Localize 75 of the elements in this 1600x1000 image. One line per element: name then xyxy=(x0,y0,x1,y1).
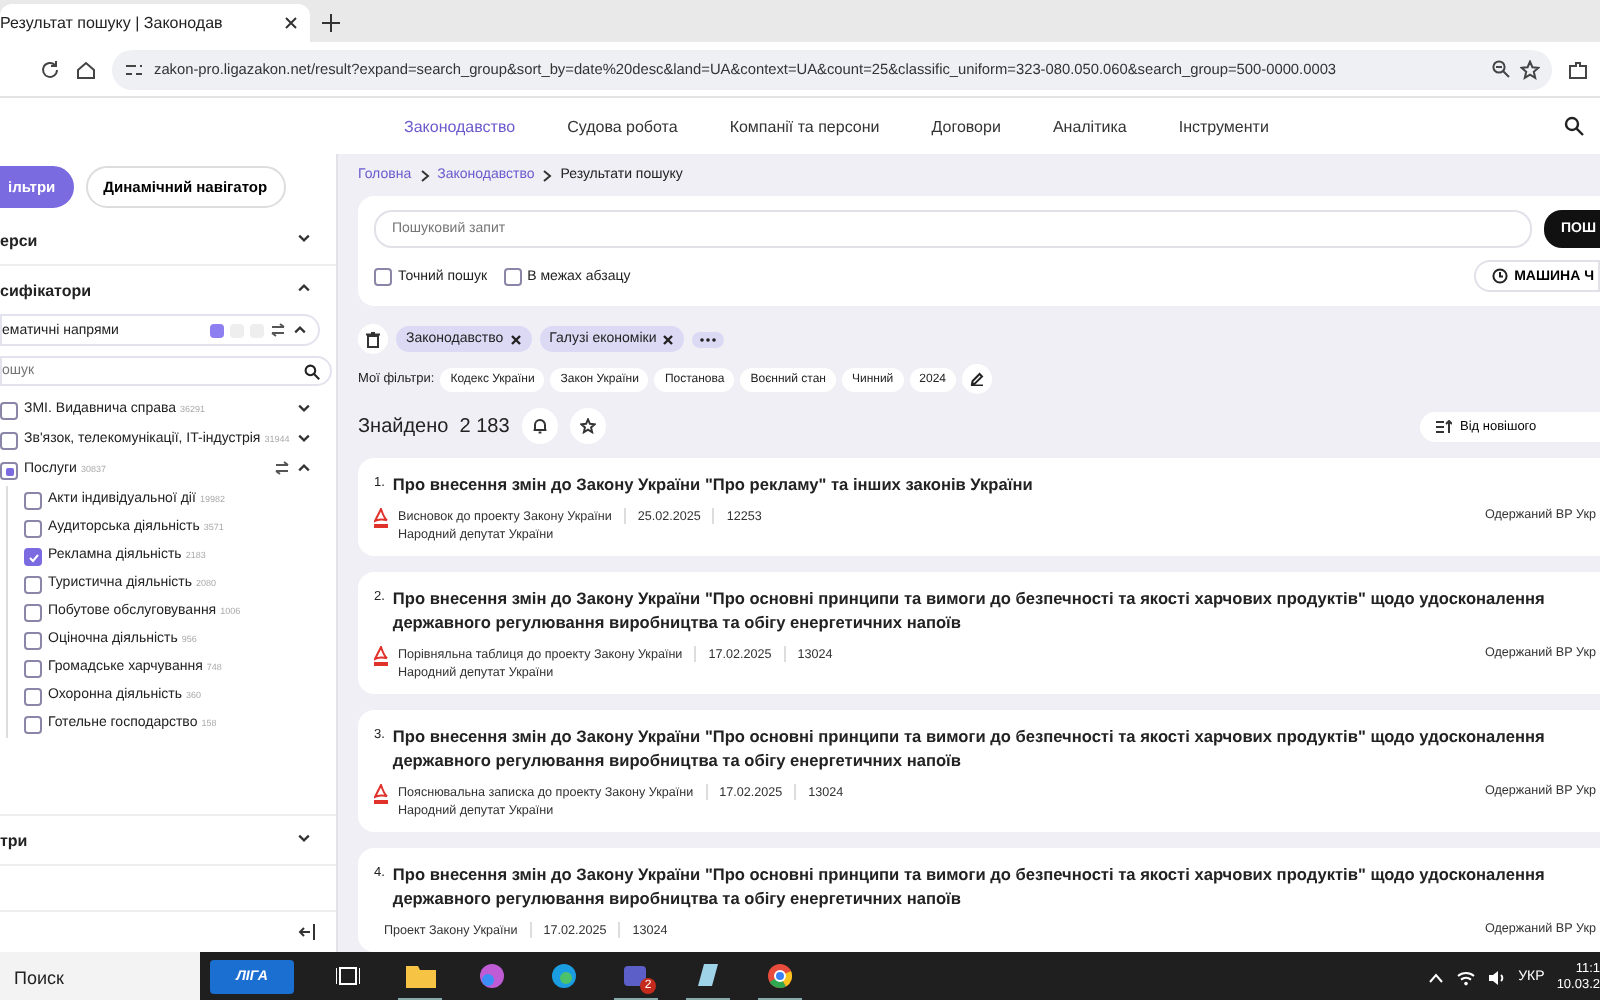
checkbox[interactable] xyxy=(24,548,42,566)
taskbar-search[interactable]: Поиск xyxy=(0,952,200,1000)
checkbox[interactable] xyxy=(374,268,392,286)
checkbox[interactable] xyxy=(0,402,18,420)
result-title[interactable]: Про внесення змін до Закону України "Про основні принципи та вимоги до безпечності та якості харчових продуктів" щодо удосконалення державного регулювання виробництва та обігу енергетичних напоїв xyxy=(392,862,1572,910)
bell-icon xyxy=(531,418,548,434)
sort-toggle[interactable] xyxy=(210,323,224,337)
chevron-up-icon[interactable] xyxy=(292,322,308,338)
collapse-icon[interactable] xyxy=(298,924,316,940)
folder-icon[interactable] xyxy=(405,963,435,987)
checkbox[interactable] xyxy=(24,688,42,706)
nav-link[interactable]: Законодавство xyxy=(404,117,516,135)
section-header[interactable]: сифікатори xyxy=(0,266,336,314)
nav-link[interactable]: Договори xyxy=(931,117,1001,135)
close-icon[interactable] xyxy=(284,16,298,30)
star-icon xyxy=(579,418,596,434)
swap-icon[interactable] xyxy=(274,460,290,476)
speaker-icon[interactable] xyxy=(1488,969,1507,985)
checkbox[interactable] xyxy=(24,492,42,510)
pdf-icon xyxy=(374,646,388,666)
section-title: сифікатори xyxy=(0,281,92,299)
checkbox[interactable] xyxy=(24,520,42,538)
site-settings-icon[interactable] xyxy=(124,59,144,79)
clock-icon xyxy=(1492,268,1509,284)
checkbox[interactable] xyxy=(0,432,18,450)
chevron-down-icon[interactable] xyxy=(296,230,312,246)
favorite-button[interactable] xyxy=(569,408,606,444)
pencil-icon xyxy=(970,372,985,386)
checkbox[interactable] xyxy=(24,576,42,594)
reload-icon[interactable] xyxy=(40,59,60,79)
clear-filters-button[interactable] xyxy=(358,324,388,354)
chat-app-icon[interactable] xyxy=(622,961,650,989)
zoom-icon[interactable] xyxy=(1492,60,1510,78)
chevron-up-icon[interactable] xyxy=(296,280,312,296)
section-header[interactable]: ерси xyxy=(0,216,336,266)
nav-link[interactable]: Аналітика xyxy=(1052,117,1127,135)
chevron-right-icon xyxy=(542,169,553,181)
new-tab-icon[interactable] xyxy=(322,14,340,32)
nav-link[interactable]: Інструменти xyxy=(1178,117,1269,135)
section-title: три xyxy=(0,831,28,849)
checkbox[interactable] xyxy=(503,268,522,286)
chevron-down-icon[interactable] xyxy=(296,830,312,846)
sort-icon xyxy=(1436,419,1452,433)
result-title[interactable]: Про внесення змін до Закону України "Про основні принципи та вимоги до безпечності та якості харчових продуктів" щодо удосконалення державного регулювання виробництва та обігу енергетичних напоїв xyxy=(392,724,1572,772)
wifi-icon[interactable] xyxy=(1456,969,1477,985)
search-icon[interactable] xyxy=(304,363,320,379)
trash-icon xyxy=(366,331,380,347)
home-icon[interactable] xyxy=(76,59,96,79)
chevron-up-icon[interactable] xyxy=(296,460,312,476)
checkbox[interactable] xyxy=(24,604,42,622)
checkbox[interactable] xyxy=(24,632,42,650)
checkbox[interactable] xyxy=(24,716,42,734)
chevron-up-icon[interactable] xyxy=(1428,971,1445,983)
section-header[interactable]: три xyxy=(0,814,336,866)
search-icon[interactable] xyxy=(1564,116,1584,136)
swap-icon[interactable] xyxy=(270,322,286,338)
result-title[interactable]: Про внесення змін до Закону України "Про основні принципи та вимоги до безпечності та якості харчових продуктів" щодо удосконалення державного регулювання виробництва та обігу енергетичних напоїв xyxy=(392,586,1572,634)
close-icon[interactable] xyxy=(662,333,675,345)
pdf-icon xyxy=(374,508,388,528)
checkbox[interactable] xyxy=(24,660,42,678)
nav-link[interactable]: Компанії та персони xyxy=(729,117,880,135)
pdf-icon xyxy=(374,784,388,804)
task-view-icon[interactable] xyxy=(336,963,360,987)
close-icon[interactable] xyxy=(509,333,522,345)
nav-link[interactable]: Судова робота xyxy=(567,117,678,135)
result-title[interactable]: Про внесення змін до Закону України "Про рекламу" та інших законів України xyxy=(392,472,1033,496)
section-title: ерси xyxy=(0,231,38,249)
subscribe-button[interactable] xyxy=(521,408,558,444)
more-button[interactable] xyxy=(692,331,725,347)
checkbox[interactable] xyxy=(0,462,18,480)
extensions-icon[interactable] xyxy=(1568,59,1588,79)
edit-button[interactable] xyxy=(962,364,993,394)
results-count: Знайдено 2 183 xyxy=(358,415,510,437)
chevron-right-icon xyxy=(419,169,430,181)
star-icon[interactable] xyxy=(1520,59,1540,79)
